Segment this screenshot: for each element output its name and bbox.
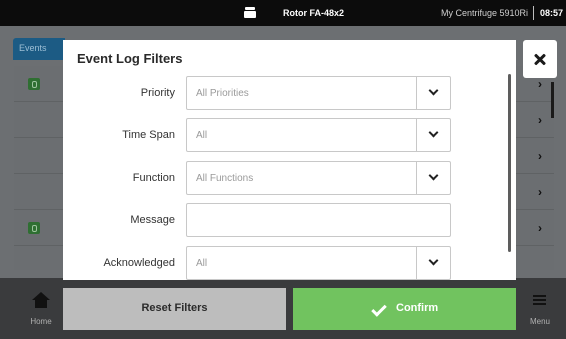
function-label: Function [132, 172, 175, 184]
status-ok-icon [28, 222, 40, 234]
chevron-right-icon: › [538, 149, 542, 163]
rotor-icon [244, 7, 256, 19]
time-span-value: All [196, 130, 208, 141]
status-ok-icon [28, 78, 40, 90]
menu-button[interactable]: Menu [518, 290, 562, 334]
event-log-filters-dialog: Event Log Filters Priority All Prioritie… [63, 40, 516, 280]
message-input[interactable] [186, 203, 451, 237]
rotor-name: Rotor FA-48x2 [283, 8, 345, 18]
chevron-right-icon: › [538, 113, 542, 127]
function-value: All Functions [196, 173, 254, 184]
chevron-right-icon: › [538, 77, 542, 91]
time-span-select[interactable]: All [186, 118, 451, 152]
home-label: Home [30, 317, 52, 326]
dialog-scrollbar[interactable] [508, 74, 511, 252]
priority-value: All Priorities [196, 88, 249, 99]
time-span-label: Time Span [122, 129, 175, 141]
reset-filters-button[interactable]: Reset Filters [63, 288, 286, 330]
home-button[interactable]: Home [18, 290, 64, 334]
device-name: My Centrifuge 5910Ri [441, 8, 529, 18]
dialog-title: Event Log Filters [77, 51, 183, 66]
acknowledged-label: Acknowledged [103, 257, 175, 269]
chevron-down-icon[interactable] [416, 119, 450, 151]
menu-icon [533, 295, 546, 305]
acknowledged-value: All [196, 258, 208, 269]
chevron-down-icon[interactable] [416, 247, 450, 279]
function-select[interactable]: All Functions [186, 161, 451, 195]
chevron-down-icon[interactable] [416, 77, 450, 109]
clock: 08:57 [540, 8, 564, 18]
close-button[interactable] [523, 40, 557, 78]
list-scrollbar [551, 82, 554, 118]
tab-events: Events [13, 38, 65, 60]
acknowledged-select[interactable]: All [186, 246, 451, 280]
checkmark-icon [371, 301, 387, 317]
status-divider [533, 6, 534, 20]
menu-label: Menu [529, 317, 550, 326]
priority-label: Priority [140, 87, 175, 99]
home-icon [32, 292, 50, 308]
message-label: Message [130, 214, 175, 226]
priority-select[interactable]: All Priorities [186, 76, 451, 110]
chevron-down-icon[interactable] [416, 162, 450, 194]
chevron-right-icon: › [538, 221, 542, 235]
chevron-right-icon: › [538, 185, 542, 199]
reset-filters-label: Reset Filters [141, 302, 208, 314]
confirm-button[interactable]: Confirm [293, 288, 516, 330]
confirm-label: Confirm [396, 302, 439, 314]
status-bar: Rotor FA-48x2 My Centrifuge 5910Ri 08:57 [0, 0, 566, 26]
